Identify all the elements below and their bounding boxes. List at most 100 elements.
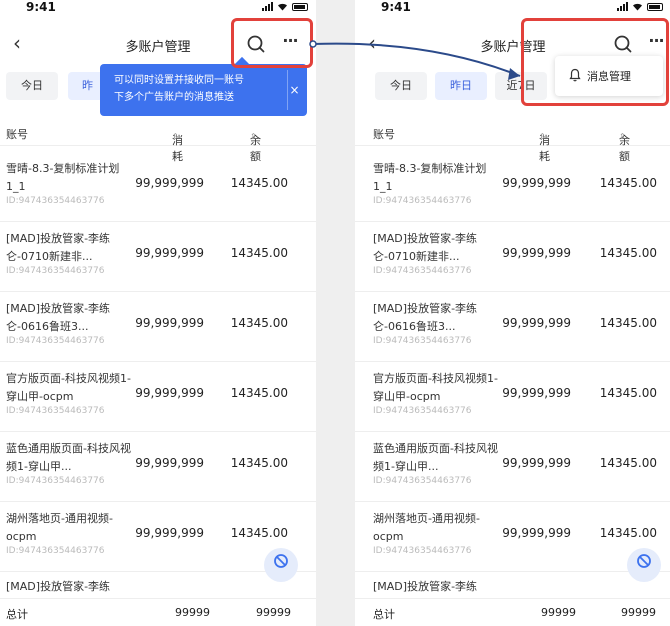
account-name: [MAD]投放管家-李练仑-0710新建非... [373, 232, 478, 263]
balance-value: 14345.00 [599, 246, 657, 260]
account-name: [MAD]投放管家-李练仑-0616鲁班3... [373, 302, 478, 333]
balance-value: 14345.00 [599, 176, 657, 190]
table-header: 账号 消耗 ⇕ 余额 ⇕ [355, 120, 670, 163]
account-id: ID:947436354463776 [6, 196, 105, 206]
table-row[interactable]: [MAD]投放管家-李练仑-0616鲁班3... ID:947436354463… [0, 292, 316, 362]
wifi-icon [633, 3, 642, 11]
account-name: 蓝色通用版页面-科技风视频1-穿山甲... [6, 442, 131, 473]
cost-value: 99,999,999 [135, 176, 204, 190]
refresh-float-icon[interactable] [627, 548, 661, 582]
account-name-partial: [MAD]投放管家-李练 [6, 580, 111, 593]
total-bar: 总计 99999 99999 [355, 598, 670, 626]
balance-value: 14345.00 [230, 176, 288, 190]
cost-value: 99,999,999 [502, 526, 571, 540]
cost-value: 99,999,999 [502, 316, 571, 330]
table-header: 账号 消耗 ⇕ 余额 ⇕ [0, 120, 316, 163]
tooltip-line-2: 下多个广告账户的消息推送 [114, 92, 234, 103]
signal-icon [617, 2, 628, 11]
sort-icon: ⇕ [250, 132, 257, 141]
account-name: 蓝色通用版页面-科技风视频1-穿山甲... [373, 442, 498, 473]
table-row[interactable]: 蓝色通用版页面-科技风视频1-穿山甲... ID:947436354463776… [355, 432, 670, 502]
account-id: ID:947436354463776 [373, 336, 472, 346]
table-row[interactable]: 官方版页面-科技风视频1-穿山甲-ocpm ID:947436354463776… [355, 362, 670, 432]
status-time: 9:41 [26, 0, 56, 14]
balance-value: 14345.00 [599, 386, 657, 400]
wifi-icon [278, 3, 287, 11]
account-id: ID:947436354463776 [6, 406, 105, 416]
account-name: 雪晴-8.3-复制标准计划1_1 [6, 162, 120, 193]
table-row[interactable]: [MAD]投放管家-李练仑-0616鲁班3... ID:947436354463… [355, 292, 670, 362]
sort-icon: ⇕ [172, 132, 179, 141]
total-cost: 99999 [541, 606, 576, 619]
close-icon[interactable]: × [287, 70, 301, 110]
account-name-partial: [MAD]投放管家-李练 [373, 580, 478, 593]
account-name: 官方版页面-科技风视频1-穿山甲-ocpm [6, 372, 131, 403]
status-bar: 9:41 [0, 0, 316, 20]
tooltip-bubble: 可以同时设置并接收同一账号 下多个广告账户的消息推送 × [100, 64, 307, 116]
total-label: 总计 [6, 608, 28, 621]
battery-icon [292, 2, 308, 11]
account-id: ID:947436354463776 [373, 546, 472, 556]
screen-left: 9:41 ‹ 多账户管理 ··· 今日 昨 可以同时设置并接收同一账号 下多个广… [0, 0, 316, 626]
tab-yesterday[interactable]: 昨日 [435, 72, 487, 100]
header-account: 账号 [373, 128, 395, 141]
signal-icon [262, 2, 273, 11]
status-bar: 9:41 [355, 0, 670, 20]
screen-right: 9:41 ‹ 多账户管理 ··· 今日 昨日 近7日 消息管理 账号 消耗 ⇕ … [355, 0, 670, 626]
refresh-float-icon[interactable] [264, 548, 298, 582]
balance-value: 14345.00 [599, 316, 657, 330]
cost-value: 99,999,999 [135, 246, 204, 260]
table-row[interactable]: 雪晴-8.3-复制标准计划1_1 ID:947436354463776 99,9… [355, 152, 670, 222]
table-row[interactable]: 蓝色通用版页面-科技风视频1-穿山甲... ID:947436354463776… [0, 432, 316, 502]
account-id: ID:947436354463776 [6, 546, 105, 556]
total-bar: 总计 99999 99999 [0, 598, 316, 626]
cost-value: 99,999,999 [502, 176, 571, 190]
table-row[interactable]: 官方版页面-科技风视频1-穿山甲-ocpm ID:947436354463776… [0, 362, 316, 432]
account-id: ID:947436354463776 [6, 336, 105, 346]
account-name: 湖州落地页-通用视频-ocpm [6, 512, 113, 543]
balance-value: 14345.00 [230, 456, 288, 470]
total-label: 总计 [373, 608, 395, 621]
cost-value: 99,999,999 [502, 386, 571, 400]
account-id: ID:947436354463776 [6, 476, 105, 486]
account-name: [MAD]投放管家-李练仑-0616鲁班3... [6, 302, 111, 333]
account-name: [MAD]投放管家-李练仑-0710新建非... [6, 232, 111, 263]
account-id: ID:947436354463776 [6, 266, 105, 276]
table-row[interactable]: [MAD]投放管家-李练仑-0710新建非... ID:947436354463… [355, 222, 670, 292]
battery-icon [647, 2, 663, 11]
table-row[interactable]: 湖州落地页-通用视频-ocpm ID:947436354463776 99,99… [355, 502, 670, 572]
balance-value: 14345.00 [599, 526, 657, 540]
total-balance: 99999 [621, 606, 656, 619]
sort-icon: ⇕ [539, 132, 546, 141]
account-name: 湖州落地页-通用视频-ocpm [373, 512, 480, 543]
cost-value: 99,999,999 [135, 316, 204, 330]
balance-value: 14345.00 [230, 526, 288, 540]
cost-value: 99,999,999 [502, 456, 571, 470]
sort-icon: ⇕ [619, 132, 626, 141]
cost-value: 99,999,999 [135, 386, 204, 400]
account-id: ID:947436354463776 [373, 476, 472, 486]
balance-value: 14345.00 [230, 246, 288, 260]
balance-value: 14345.00 [230, 316, 288, 330]
separator [316, 0, 355, 626]
table-row[interactable]: 雪晴-8.3-复制标准计划1_1 ID:947436354463776 99,9… [0, 152, 316, 222]
highlight-box [231, 18, 313, 68]
account-id: ID:947436354463776 [373, 196, 472, 206]
cost-value: 99,999,999 [502, 246, 571, 260]
total-balance: 99999 [256, 606, 291, 619]
tooltip-line-1: 可以同时设置并接收同一账号 [114, 75, 244, 86]
account-id: ID:947436354463776 [373, 266, 472, 276]
cost-value: 99,999,999 [135, 456, 204, 470]
total-cost: 99999 [175, 606, 210, 619]
balance-value: 14345.00 [230, 386, 288, 400]
tab-today[interactable]: 今日 [375, 72, 427, 100]
highlight-box [521, 18, 669, 106]
account-name: 雪晴-8.3-复制标准计划1_1 [373, 162, 487, 193]
account-id: ID:947436354463776 [373, 406, 472, 416]
status-time: 9:41 [381, 0, 411, 14]
tab-today[interactable]: 今日 [6, 72, 58, 100]
header-account: 账号 [6, 128, 28, 141]
cost-value: 99,999,999 [135, 526, 204, 540]
balance-value: 14345.00 [599, 456, 657, 470]
table-row[interactable]: [MAD]投放管家-李练仑-0710新建非... ID:947436354463… [0, 222, 316, 292]
